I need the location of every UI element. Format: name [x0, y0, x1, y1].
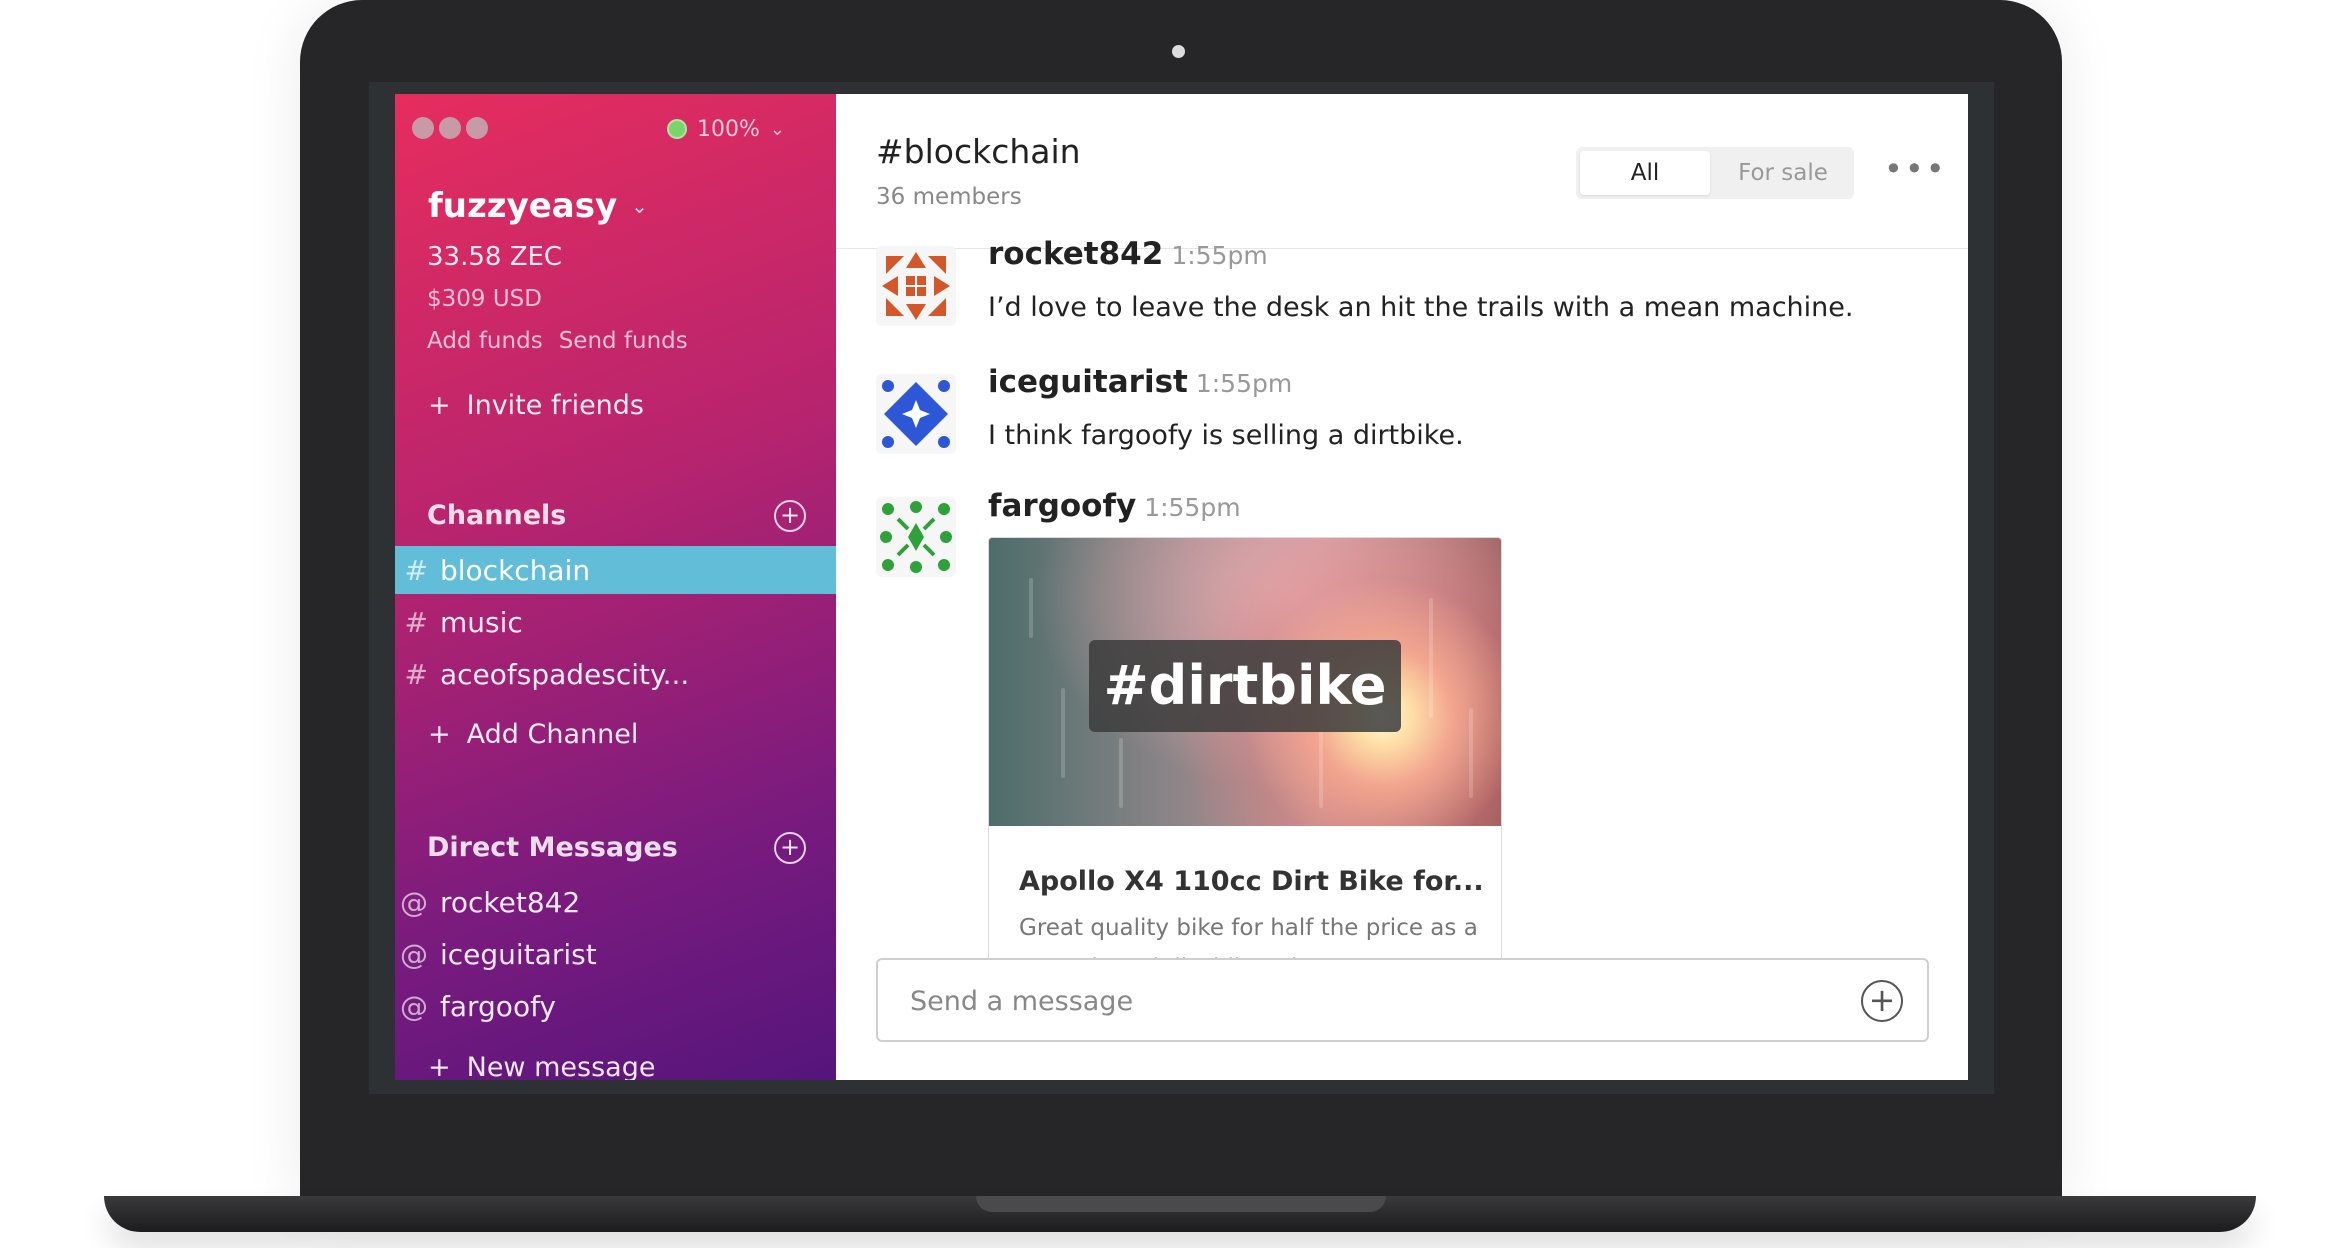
channels-heading: Channels	[427, 500, 567, 531]
avatar[interactable]	[876, 246, 956, 326]
message-text: I think fargoofy is selling a dirtbike.	[988, 420, 1464, 451]
message-input[interactable]	[908, 960, 1812, 1042]
chevron-down-icon: ⌄	[631, 194, 648, 218]
hash-icon: #	[404, 605, 428, 639]
tab-all[interactable]: All	[1580, 151, 1710, 195]
new-message-button[interactable]: + New message	[428, 1052, 655, 1080]
workspace-name: fuzzyeasy	[428, 186, 618, 226]
workspace-switcher[interactable]: fuzzyeasy ⌄	[428, 186, 648, 226]
send-funds-link[interactable]: Send funds	[559, 328, 688, 354]
balance-usd: $309 USD	[427, 286, 542, 312]
avatar[interactable]	[876, 497, 956, 577]
message-text: I’d love to leave the desk an hit the tr…	[988, 292, 1854, 323]
balance-zec: 33.58 ZEC	[427, 242, 563, 272]
image-streak	[1119, 738, 1123, 808]
status-percent: 100%	[697, 116, 760, 142]
image-streak	[1061, 688, 1065, 778]
dm-label: rocket842	[440, 885, 581, 919]
add-attachment-icon[interactable]: +	[1861, 980, 1903, 1022]
author-name: fargoofy	[988, 488, 1137, 524]
add-direct-message-icon[interactable]: +	[774, 832, 806, 864]
plus-icon: +	[428, 719, 451, 750]
dm-item-rocket842[interactable]: @ rocket842	[395, 878, 836, 926]
channel-label: aceofspadescity...	[440, 657, 690, 691]
add-funds-link[interactable]: Add funds	[427, 328, 543, 354]
avatar-pattern-icon	[876, 497, 956, 577]
author-name: iceguitarist	[988, 364, 1188, 400]
channel-item-music[interactable]: # music	[395, 598, 836, 646]
close-window-button[interactable]	[412, 117, 434, 139]
message-time: 1:55pm	[1195, 369, 1293, 398]
fund-links: Add funds Send funds	[427, 328, 688, 354]
status-menu[interactable]: 100% ⌄	[667, 114, 785, 144]
maximize-window-button[interactable]	[466, 117, 488, 139]
online-status-icon	[667, 119, 687, 139]
camera-dot	[1172, 45, 1185, 58]
dm-item-fargoofy[interactable]: @ fargoofy	[395, 982, 836, 1030]
image-streak	[1029, 578, 1033, 638]
image-streak	[1319, 728, 1323, 808]
add-channel-icon[interactable]: +	[774, 500, 806, 532]
avatar-pattern-icon	[876, 246, 956, 326]
at-icon: @	[400, 937, 428, 971]
message-author[interactable]: iceguitarist 1:55pm	[988, 364, 1292, 400]
channel-item-blockchain[interactable]: # blockchain	[395, 546, 836, 594]
add-channel-button[interactable]: + Add Channel	[428, 719, 638, 750]
direct-messages-heading: Direct Messages	[427, 832, 678, 863]
author-name: rocket842	[988, 236, 1164, 272]
avatar-pattern-icon	[876, 374, 956, 454]
dm-label: fargoofy	[440, 989, 557, 1023]
message-composer: +	[876, 958, 1929, 1042]
invite-friends-label: Invite friends	[466, 390, 644, 421]
plus-icon: +	[428, 390, 451, 421]
listing-card[interactable]: #dirtbike Apollo X4 110cc Dirt Bike for.…	[988, 537, 1502, 979]
dm-item-iceguitarist[interactable]: @ iceguitarist	[395, 930, 836, 978]
member-count[interactable]: 36 members	[876, 184, 1022, 210]
channel-label: blockchain	[440, 553, 591, 587]
hash-icon: #	[404, 553, 428, 587]
image-streak	[1469, 708, 1473, 798]
laptop-base-notch	[976, 1196, 1386, 1212]
minimize-window-button[interactable]	[439, 117, 461, 139]
main-panel: #blockchain 36 members All For sale •••	[836, 94, 1968, 1080]
sidebar: 100% ⌄ fuzzyeasy ⌄ 33.58 ZEC $309 USD Ad…	[395, 94, 836, 1080]
more-options-icon[interactable]: •••	[1884, 150, 1947, 188]
channel-label: music	[440, 605, 523, 639]
invite-friends-button[interactable]: + Invite friends	[428, 390, 644, 421]
message-author[interactable]: fargoofy 1:55pm	[988, 488, 1241, 524]
hash-icon: #	[404, 657, 428, 691]
listing-image[interactable]: #dirtbike	[989, 538, 1501, 826]
message-author[interactable]: rocket842 1:55pm	[988, 236, 1268, 272]
app-window: 100% ⌄ fuzzyeasy ⌄ 33.58 ZEC $309 USD Ad…	[395, 94, 1968, 1080]
avatar[interactable]	[876, 374, 956, 454]
at-icon: @	[400, 885, 428, 919]
filter-tabs: All For sale	[1576, 147, 1854, 199]
at-icon: @	[400, 989, 428, 1023]
plus-icon: +	[428, 1052, 451, 1080]
chevron-down-icon: ⌄	[769, 118, 785, 140]
add-channel-label: Add Channel	[466, 719, 639, 750]
message-time: 1:55pm	[1171, 241, 1268, 270]
image-streak	[1429, 598, 1433, 718]
dm-label: iceguitarist	[440, 937, 597, 971]
image-hashtag: #dirtbike	[1089, 640, 1401, 732]
tab-for-sale[interactable]: For sale	[1716, 151, 1850, 195]
channel-title: #blockchain	[876, 132, 1081, 171]
message-time: 1:55pm	[1144, 493, 1241, 522]
new-message-label: New message	[466, 1052, 656, 1080]
channel-item-aceofspadescity[interactable]: # aceofspadescity...	[395, 650, 836, 698]
listing-title[interactable]: Apollo X4 110cc Dirt Bike for...	[1019, 866, 1484, 897]
